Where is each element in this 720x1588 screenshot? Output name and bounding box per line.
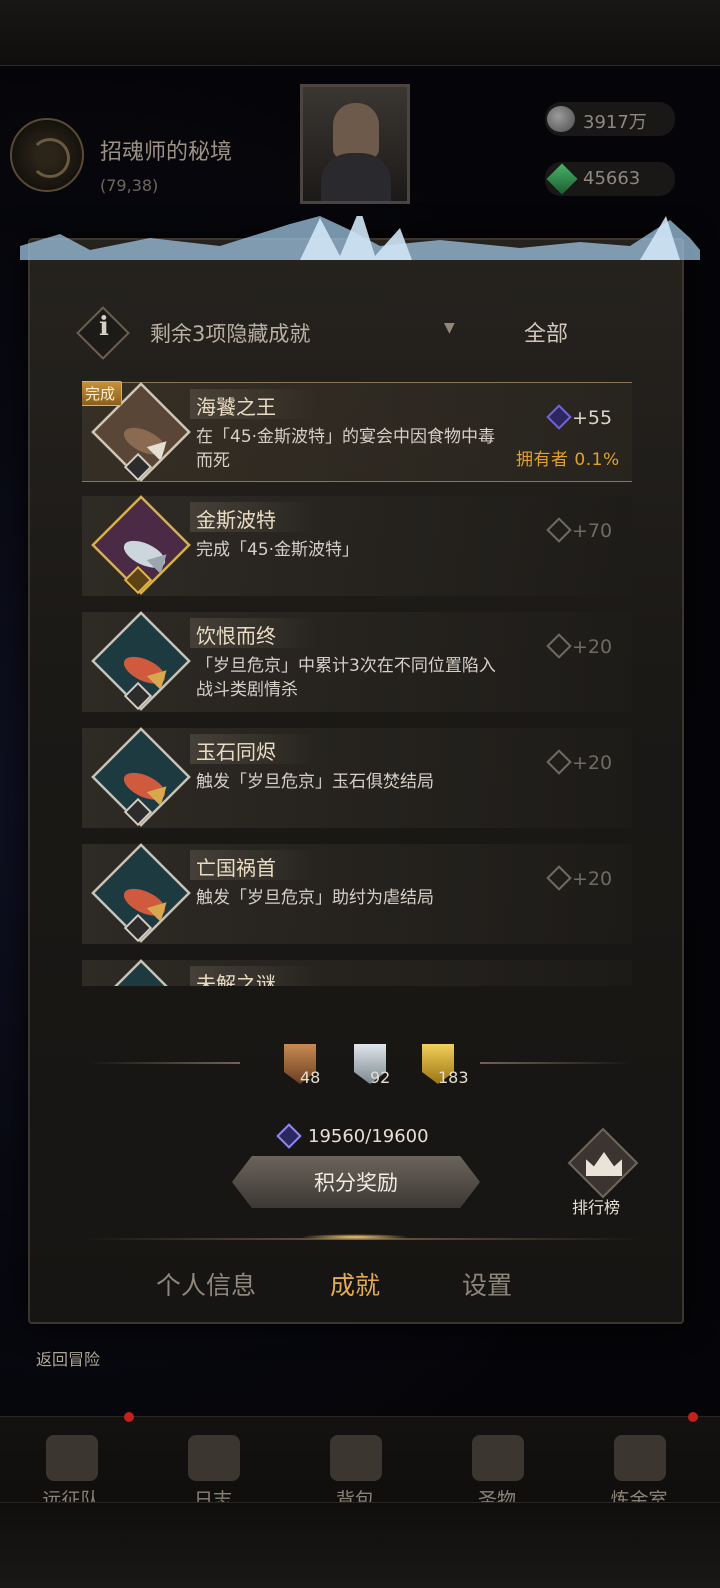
ranking-label: 排行榜 xyxy=(572,1198,621,1217)
point-icon xyxy=(276,1123,302,1149)
achievement-desc: 完成「45·金斯波特」 xyxy=(196,540,360,560)
achievement-row[interactable]: 未解之谜 xyxy=(82,959,632,986)
owner-rate: 拥有者 0.1% xyxy=(516,450,620,470)
ranking-button[interactable]: 排行榜 xyxy=(566,1127,639,1220)
location-emblem-icon xyxy=(10,118,84,192)
notification-dot xyxy=(688,1412,698,1422)
achievement-row[interactable]: 金斯波特 完成「45·金斯波特」 +70 xyxy=(82,495,632,596)
top-band xyxy=(0,0,720,66)
achievement-points: +20 xyxy=(546,749,612,775)
location-coords: (79,38) xyxy=(100,176,159,195)
point-icon xyxy=(546,517,572,543)
tab-settings[interactable]: 设置 xyxy=(462,1266,512,1302)
location-name: 招魂师的秘境 xyxy=(100,140,233,165)
return-adventure-label[interactable]: 返回冒险 xyxy=(36,1346,100,1370)
hero-portrait[interactable] xyxy=(300,84,410,204)
achievement-title: 亡国祸首 xyxy=(190,850,316,880)
bag-icon xyxy=(330,1435,382,1481)
hidden-achievements-label: 剩余3项隐藏成就 xyxy=(150,322,311,346)
points-reward-button[interactable]: 积分奖励 xyxy=(232,1156,480,1208)
tab-profile[interactable]: 个人信息 xyxy=(156,1266,256,1302)
gold-tier: 183 xyxy=(412,1044,492,1090)
achievement-points: +20 xyxy=(546,633,612,659)
bronze-tier: 48 xyxy=(274,1044,354,1090)
achievement-desc: 触发「岁旦危京」玉石俱焚结局 xyxy=(196,772,434,792)
achievement-row[interactable]: 饮恨而终 「岁旦危京」中累计3次在不同位置陷入战斗类剧情杀 +20 xyxy=(82,611,632,712)
achievement-row[interactable]: 玉石同烬 触发「岁旦危京」玉石俱焚结局 +20 xyxy=(82,727,632,828)
achievement-title: 海饕之王 xyxy=(190,389,316,419)
gem-resource: 45663 xyxy=(545,162,675,196)
achievement-title: 饮恨而终 xyxy=(190,618,316,648)
scroll-icon xyxy=(188,1435,240,1481)
achievement-desc: 在「45·金斯波特」的宴会中因食物中毒而死 xyxy=(196,427,496,471)
achievement-points: +55 xyxy=(546,404,612,430)
achievement-points: +70 xyxy=(546,517,612,543)
silver-resource: 3917万 xyxy=(545,102,675,136)
silver-amount: 3917万 xyxy=(583,112,647,133)
point-icon xyxy=(546,749,572,775)
green-gem-icon xyxy=(546,163,578,195)
gem-amount: 45663 xyxy=(583,168,641,189)
tier-summary: 48 92 183 xyxy=(90,1040,630,1090)
bottom-band xyxy=(0,1502,720,1588)
chalice-icon xyxy=(472,1435,524,1481)
completed-tag: 完成 xyxy=(82,381,123,406)
achievement-desc: 「岁旦危京」中累计3次在不同位置陷入战斗类剧情杀 xyxy=(196,656,496,700)
silver-coin-icon xyxy=(547,106,575,132)
point-icon xyxy=(546,404,572,430)
achievement-title: 金斯波特 xyxy=(190,502,316,532)
achievement-score: 19560/19600 xyxy=(276,1123,429,1149)
achievement-points: +20 xyxy=(546,865,612,891)
active-tab-indicator xyxy=(300,1234,410,1240)
dropdown-arrow-icon[interactable]: ▼ xyxy=(444,320,455,336)
achievement-row[interactable]: 亡国祸首 触发「岁旦危京」助纣为虐结局 +20 xyxy=(82,843,632,944)
achievement-row[interactable]: 完成 海饕之王 在「45·金斯波特」的宴会中因食物中毒而死 +55 拥有者 0.… xyxy=(82,381,632,482)
silver-count: 92 xyxy=(370,1068,391,1087)
divider-line xyxy=(480,1062,630,1064)
achievement-title: 玉石同烬 xyxy=(190,734,316,764)
achievement-desc: 触发「岁旦危京」助纣为虐结局 xyxy=(196,888,434,908)
filter-dropdown-value[interactable]: 全部 xyxy=(524,316,568,348)
alchemy-icon xyxy=(614,1435,666,1481)
helmet-icon xyxy=(46,1435,98,1481)
info-icon[interactable]: i xyxy=(94,312,114,352)
achievement-list[interactable]: 完成 海饕之王 在「45·金斯波特」的宴会中因食物中毒而死 +55 拥有者 0.… xyxy=(82,378,632,986)
achievement-title: 未解之谜 xyxy=(190,966,316,986)
divider-line xyxy=(90,1062,240,1064)
bronze-count: 48 xyxy=(300,1068,321,1087)
filter-row[interactable]: i 剩余3项隐藏成就 ▼ 全部 xyxy=(76,306,636,360)
points-reward-label: 积分奖励 xyxy=(314,1171,398,1195)
point-icon xyxy=(546,633,572,659)
achievement-badge-icon xyxy=(91,959,191,986)
point-icon xyxy=(546,865,572,891)
tab-achievements[interactable]: 成就 xyxy=(330,1266,380,1302)
gold-count: 183 xyxy=(438,1068,469,1087)
notification-dot xyxy=(124,1412,134,1422)
